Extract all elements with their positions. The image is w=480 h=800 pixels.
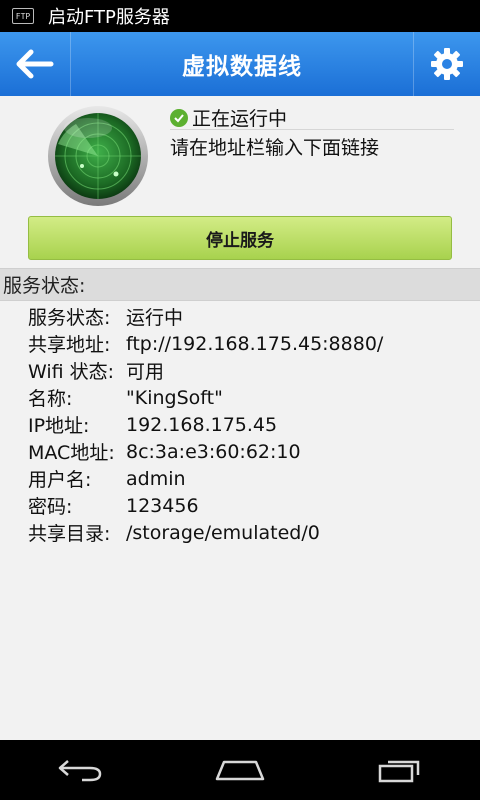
address-hint: 请在地址栏输入下面链接 xyxy=(170,137,380,159)
back-arrow-icon xyxy=(16,49,54,79)
system-nav-bar xyxy=(0,740,480,800)
detail-value: 123456 xyxy=(126,494,199,517)
nav-home-button[interactable] xyxy=(200,740,280,800)
detail-value: admin xyxy=(126,467,186,490)
detail-row-share-address: 共享地址: ftp://192.168.175.45:8880/ xyxy=(28,330,383,357)
ftp-icon: FTP xyxy=(12,8,34,24)
section-header: 服务状态: xyxy=(0,268,480,301)
detail-row-mac: MAC地址: 8c:3a:e3:60:62:10 xyxy=(28,438,383,465)
running-status-text: 正在运行中 xyxy=(192,108,288,130)
status-bar: FTP 启动FTP服务器 xyxy=(0,0,480,32)
detail-row-ip: IP地址: 192.168.175.45 xyxy=(28,411,383,438)
detail-row-password: 密码: 123456 xyxy=(28,492,383,519)
gear-icon xyxy=(431,48,463,80)
detail-value: 可用 xyxy=(126,361,165,383)
nav-home-icon xyxy=(215,760,265,781)
check-icon xyxy=(170,108,188,127)
detail-label: 名称: xyxy=(28,388,73,410)
detail-row-status: 服务状态: 运行中 xyxy=(28,303,383,330)
detail-label: 服务状态: xyxy=(28,307,111,329)
detail-value: 运行中 xyxy=(126,307,184,329)
detail-label: MAC地址: xyxy=(28,442,115,464)
details-list: 服务状态: 运行中 共享地址: ftp://192.168.175.45:888… xyxy=(28,303,383,546)
nav-back-button[interactable] xyxy=(40,740,120,800)
detail-row-wifi: Wifi 状态: 可用 xyxy=(28,357,383,384)
status-bar-title: 启动FTP服务器 xyxy=(48,7,170,28)
nav-back-icon xyxy=(58,760,102,782)
detail-label: 密码: xyxy=(28,496,73,518)
hint-divider xyxy=(170,129,454,130)
detail-value: ftp://192.168.175.45:8880/ xyxy=(126,332,384,355)
page-title: 虚拟数据线 xyxy=(182,54,302,80)
detail-label: IP地址: xyxy=(28,415,90,437)
running-status: 正在运行中 xyxy=(170,104,287,131)
stop-service-button[interactable]: 停止服务 xyxy=(28,216,452,260)
ftp-icon-text: FTP xyxy=(15,11,31,21)
detail-label: 共享地址: xyxy=(28,334,111,356)
app-bar: 虚拟数据线 xyxy=(0,32,480,96)
detail-label: 用户名: xyxy=(28,469,92,491)
nav-recents-button[interactable] xyxy=(360,740,440,800)
detail-value: 192.168.175.45 xyxy=(126,413,278,436)
detail-row-share-dir: 共享目录: /storage/emulated/0 xyxy=(28,519,383,546)
back-button[interactable] xyxy=(0,32,70,96)
settings-button[interactable] xyxy=(414,32,480,96)
detail-value: "KingSoft" xyxy=(126,386,223,409)
radar-icon xyxy=(48,106,148,206)
detail-value: 8c:3a:e3:60:62:10 xyxy=(126,440,301,463)
nav-recents-icon xyxy=(378,760,420,783)
detail-row-username: 用户名: admin xyxy=(28,465,383,492)
detail-label: Wifi 状态: xyxy=(28,361,115,383)
detail-label: 共享目录: xyxy=(28,523,111,545)
detail-row-name: 名称: "KingSoft" xyxy=(28,384,383,411)
detail-value: /storage/emulated/0 xyxy=(126,521,320,544)
